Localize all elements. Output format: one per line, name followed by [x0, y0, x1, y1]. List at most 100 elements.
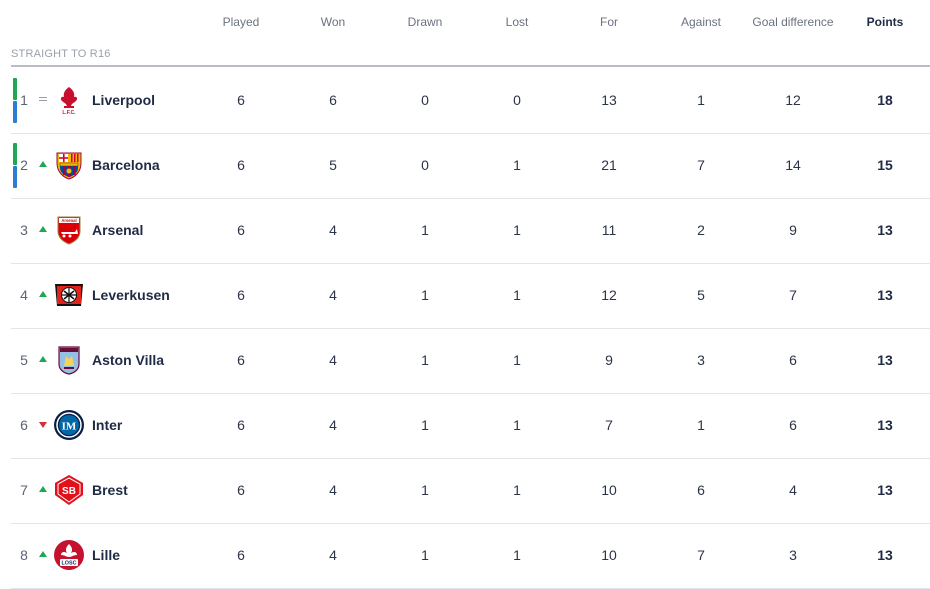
section-divider [11, 65, 930, 67]
cell-points: 13 [877, 417, 893, 433]
cell-against: 1 [697, 92, 705, 108]
cell-for: 13 [601, 92, 617, 108]
leverkusen-crest-icon [53, 279, 85, 311]
liverpool-crest-icon: L.F.C. [53, 84, 85, 116]
cell-won: 4 [329, 352, 337, 368]
movement-up-icon [38, 550, 48, 560]
svg-text:Arsenal: Arsenal [61, 218, 76, 223]
position-number: 5 [20, 352, 28, 368]
column-header-played[interactable]: Played [211, 15, 271, 31]
cell-lost: 1 [513, 287, 521, 303]
cell-drawn: 1 [421, 287, 429, 303]
cell-lost: 1 [513, 222, 521, 238]
cell-goal-difference: 4 [789, 482, 797, 498]
lille-crest-icon: LOSC [53, 539, 85, 571]
section-label: STRAIGHT TO R16 [11, 48, 111, 60]
cell-lost: 1 [513, 157, 521, 173]
cell-for: 9 [605, 352, 613, 368]
cell-for: 21 [601, 157, 617, 173]
cell-played: 6 [237, 482, 245, 498]
cell-played: 6 [237, 287, 245, 303]
movement-up-icon [38, 290, 48, 300]
brest-crest-icon: SB [53, 474, 85, 506]
table-row[interactable]: 1 L.F.C. Liverpool 6 6 0 0 13 1 12 18 [11, 68, 930, 134]
cell-against: 2 [697, 222, 705, 238]
cell-points: 13 [877, 482, 893, 498]
cell-drawn: 1 [421, 547, 429, 563]
cell-for: 7 [605, 417, 613, 433]
cell-against: 5 [697, 287, 705, 303]
movement-up-icon [38, 225, 48, 235]
cell-against: 7 [697, 547, 705, 563]
team-name[interactable]: Brest [92, 482, 128, 498]
table-row[interactable]: 7 SB Brest 6 4 1 1 10 6 4 13 [11, 458, 930, 524]
cell-played: 6 [237, 352, 245, 368]
cell-points: 13 [877, 222, 893, 238]
cell-points: 13 [877, 547, 893, 563]
cell-won: 4 [329, 287, 337, 303]
cell-points: 13 [877, 352, 893, 368]
team-name[interactable]: Aston Villa [92, 352, 164, 368]
team-name[interactable]: Barcelona [92, 157, 160, 173]
table-row[interactable]: 4 Leverkusen 6 4 1 1 12 5 7 13 [11, 263, 930, 329]
column-header-drawn[interactable]: Drawn [395, 15, 455, 31]
cell-against: 6 [697, 482, 705, 498]
cell-drawn: 1 [421, 417, 429, 433]
movement-down-icon [38, 420, 48, 430]
cell-for: 11 [601, 222, 617, 238]
team-name[interactable]: Lille [92, 547, 120, 563]
cell-drawn: 0 [421, 92, 429, 108]
table-row[interactable]: 6 IM Inter 6 4 1 1 7 1 6 13 [11, 393, 930, 459]
cell-drawn: 1 [421, 222, 429, 238]
team-name[interactable]: Arsenal [92, 222, 143, 238]
cell-lost: 1 [513, 417, 521, 433]
cell-goal-difference: 3 [789, 547, 797, 563]
cell-lost: 1 [513, 482, 521, 498]
position-number: 1 [20, 92, 28, 108]
team-name[interactable]: Liverpool [92, 92, 155, 108]
cell-points: 18 [877, 92, 893, 108]
column-header-for[interactable]: For [579, 15, 639, 31]
cell-for: 10 [601, 547, 617, 563]
position-number: 4 [20, 287, 28, 303]
cell-drawn: 1 [421, 482, 429, 498]
svg-text:LOSC: LOSC [62, 561, 77, 567]
column-header-against[interactable]: Against [671, 15, 731, 31]
column-header-lost[interactable]: Lost [487, 15, 547, 31]
cell-lost: 0 [513, 92, 521, 108]
cell-won: 6 [329, 92, 337, 108]
cell-won: 5 [329, 157, 337, 173]
cell-points: 15 [877, 157, 893, 173]
team-name[interactable]: Inter [92, 417, 122, 433]
movement-up-icon [38, 160, 48, 170]
column-header-won[interactable]: Won [303, 15, 363, 31]
position-number: 3 [20, 222, 28, 238]
cell-played: 6 [237, 222, 245, 238]
cell-lost: 1 [513, 352, 521, 368]
table-row[interactable]: 5 Aston Villa 6 4 1 1 9 3 6 13 [11, 328, 930, 394]
table-row[interactable]: 3 Arsenal Arsenal 6 4 1 1 11 2 9 13 [11, 198, 930, 264]
position-number: 7 [20, 482, 28, 498]
cell-played: 6 [237, 92, 245, 108]
cell-drawn: 0 [421, 157, 429, 173]
table-row[interactable]: 2 Barcelona 6 5 0 1 21 7 14 15 [11, 133, 930, 199]
cell-for: 12 [601, 287, 617, 303]
cell-goal-difference: 6 [789, 352, 797, 368]
column-header-goal-difference[interactable]: Goal difference [743, 15, 843, 31]
cell-points: 13 [877, 287, 893, 303]
team-name[interactable]: Leverkusen [92, 287, 170, 303]
movement-up-icon [38, 355, 48, 365]
column-header-points[interactable]: Points [855, 15, 915, 31]
cell-played: 6 [237, 157, 245, 173]
table-row[interactable]: 8 LOSC Lille 6 4 1 1 10 7 3 13 [11, 523, 930, 589]
position-number: 8 [20, 547, 28, 563]
svg-text:SB: SB [62, 486, 76, 497]
movement-up-icon [38, 485, 48, 495]
cell-against: 7 [697, 157, 705, 173]
cell-played: 6 [237, 547, 245, 563]
cell-played: 6 [237, 417, 245, 433]
inter-crest-icon: IM [53, 409, 85, 441]
cell-drawn: 1 [421, 352, 429, 368]
cell-goal-difference: 6 [789, 417, 797, 433]
cell-for: 10 [601, 482, 617, 498]
